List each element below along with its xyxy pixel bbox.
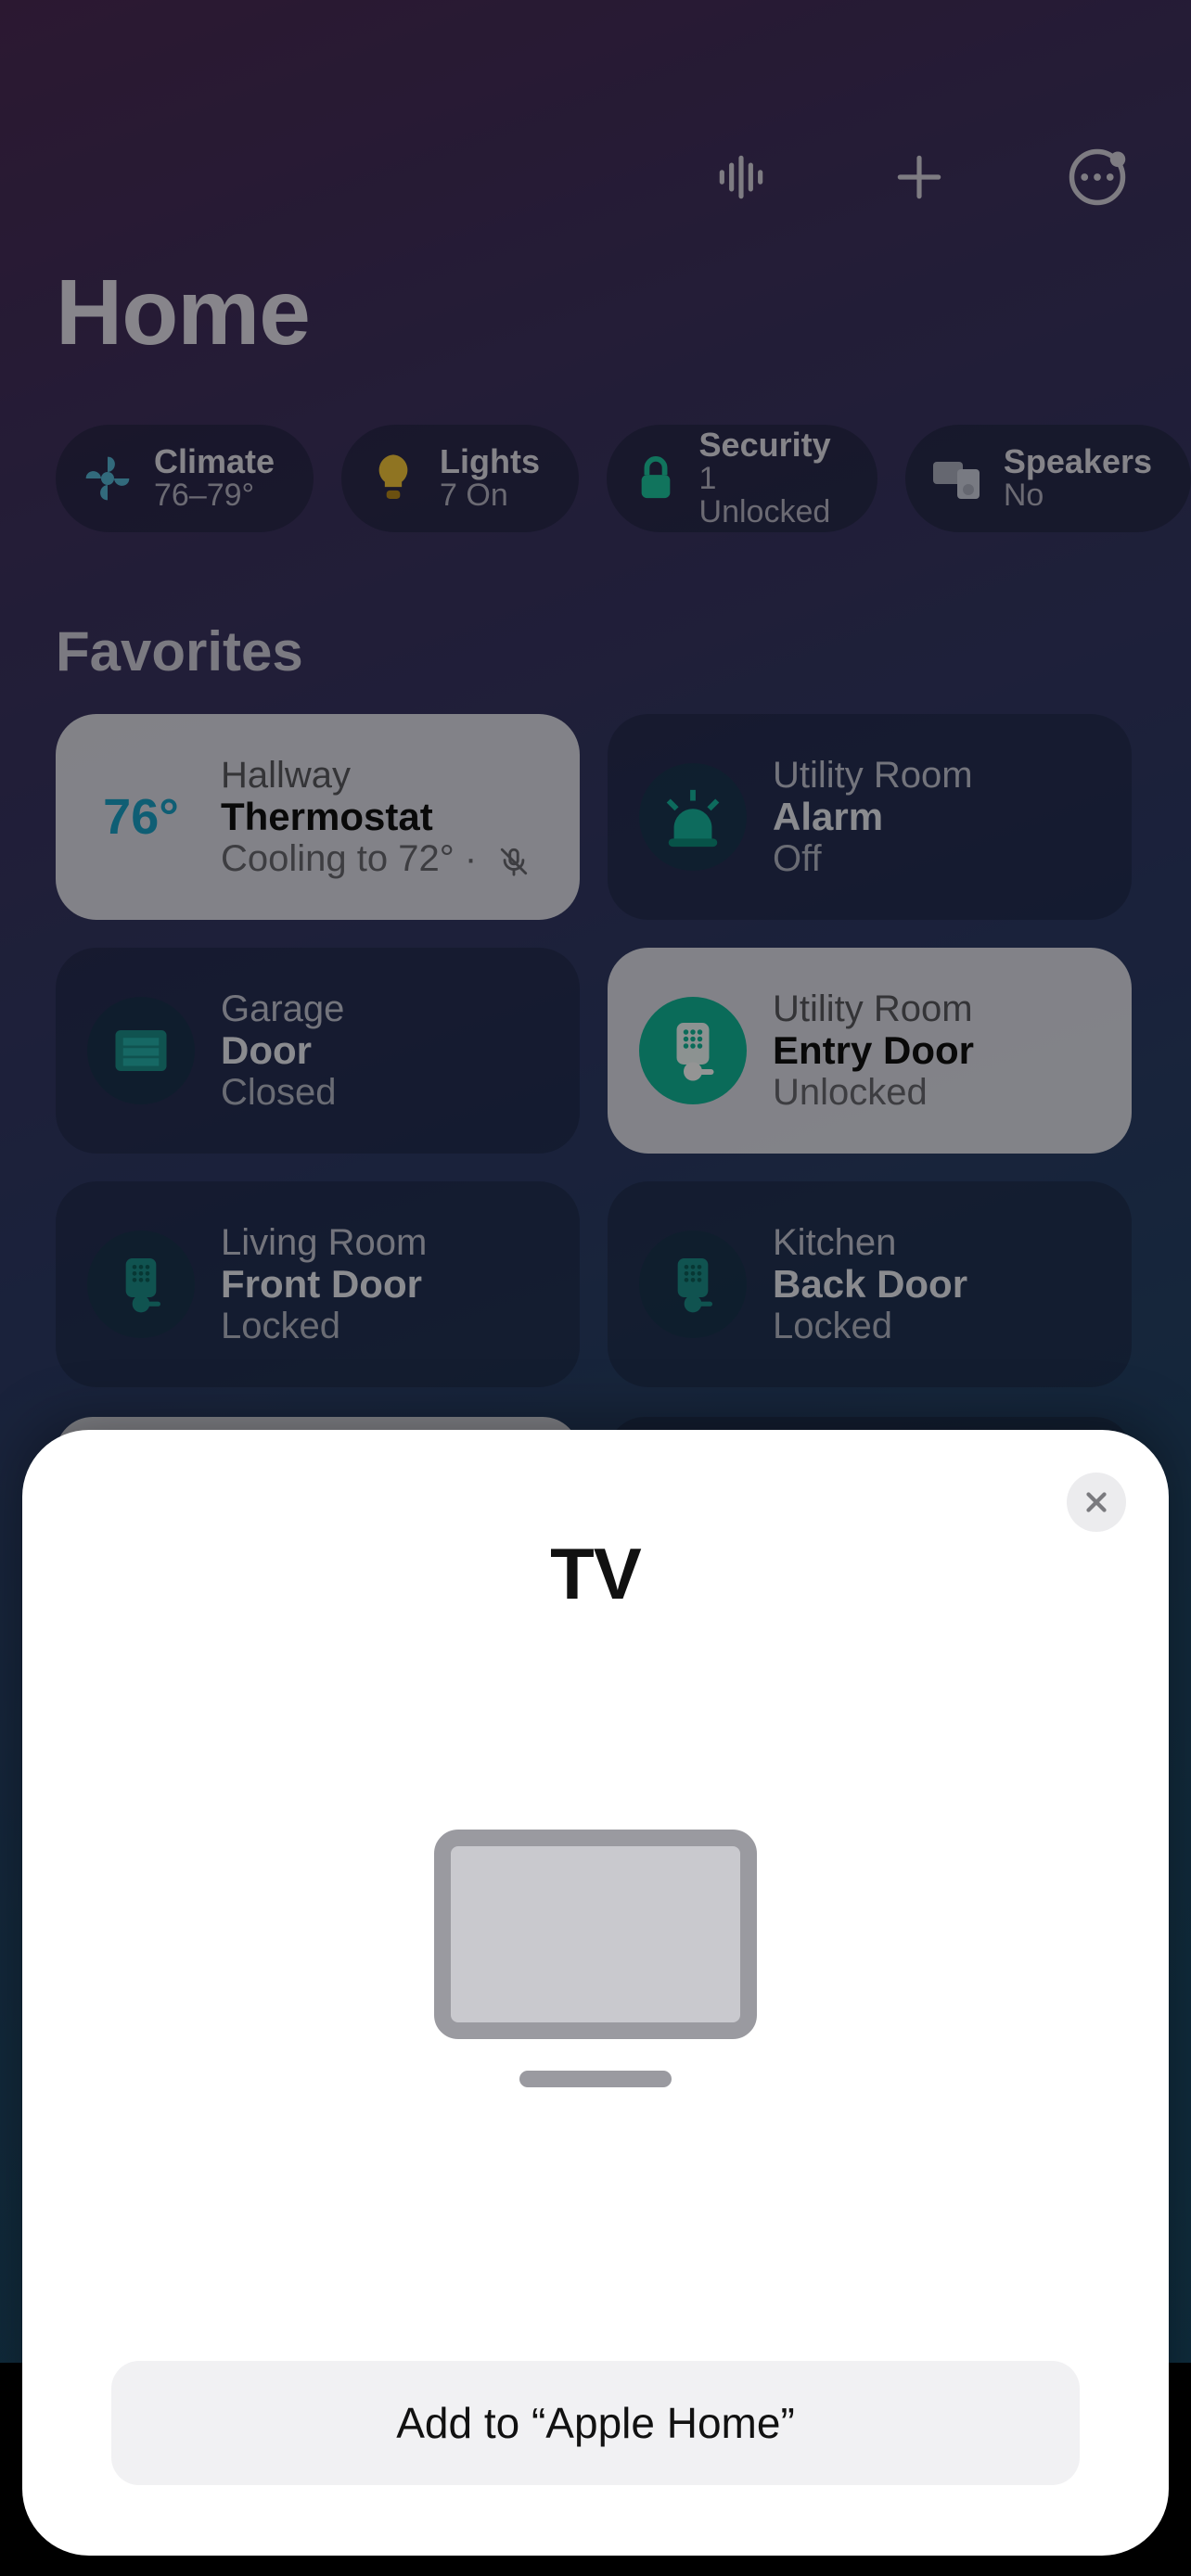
category-status: 76–79° [154,479,275,513]
tile-back-door[interactable]: Kitchen Back Door Locked [608,1181,1132,1387]
mic-off-icon [498,846,530,877]
favorites-grid: 76° Hallway Thermostat Cooling to 72° · … [56,714,1132,1387]
tile-room: Hallway [221,755,530,796]
close-button[interactable] [1067,1473,1126,1532]
sheet-title: TV [550,1532,641,1616]
fan-icon [82,453,134,504]
category-speakers[interactable]: Speakers No [905,425,1191,532]
category-label: Speakers [1004,444,1152,479]
tile-front-door[interactable]: Living Room Front Door Locked [56,1181,580,1387]
tile-room: Garage [221,988,344,1029]
tile-thermostat[interactable]: 76° Hallway Thermostat Cooling to 72° · [56,714,580,920]
more-icon[interactable] [1059,139,1135,215]
category-row: Climate 76–79° Lights 7 On Security 1 Un… [56,425,1191,532]
tile-name: Front Door [221,1263,427,1306]
add-to-home-button[interactable]: Add to “Apple Home” [111,2361,1080,2485]
tile-name: Thermostat [221,796,530,838]
category-security[interactable]: Security 1 Unlocked [607,425,877,532]
tile-entry-door[interactable]: Utility Room Entry Door Unlocked [608,948,1132,1154]
tile-alarm[interactable]: Utility Room Alarm Off [608,714,1132,920]
category-status: 7 On [440,479,540,513]
broadcast-icon[interactable] [703,139,779,215]
tile-status: Locked [221,1306,427,1346]
category-climate[interactable]: Climate 76–79° [56,425,314,532]
tile-name: Back Door [773,1263,967,1306]
tile-name: Alarm [773,796,973,838]
add-icon[interactable] [881,139,957,215]
alarm-icon [639,763,747,871]
tile-room: Living Room [221,1222,427,1263]
thermometer-icon: 76° [87,788,195,846]
tile-name: Door [221,1029,344,1072]
category-status: No [1004,479,1152,513]
tile-room: Utility Room [773,988,974,1029]
category-label: Security [699,427,839,463]
bulb-icon [367,453,419,504]
keypad-lock-icon [639,1231,747,1338]
category-label: Climate [154,444,275,479]
garage-icon [87,997,195,1104]
page-title: Home [56,260,310,366]
favorites-heading: Favorites [56,619,303,683]
tv-icon [434,1830,757,2087]
tile-status: Closed [221,1072,344,1113]
keypad-lock-open-icon [639,997,747,1104]
category-status: 1 Unlocked [699,463,839,529]
lock-icon [633,453,679,504]
tile-room: Kitchen [773,1222,967,1263]
tile-status: Cooling to 72° · [221,838,530,879]
tile-garage-door[interactable]: Garage Door Closed [56,948,580,1154]
tile-room: Utility Room [773,755,973,796]
tile-status: Off [773,838,973,879]
tile-status: Locked [773,1306,967,1346]
keypad-lock-icon [87,1231,195,1338]
category-label: Lights [440,444,540,479]
tile-name: Entry Door [773,1029,974,1072]
speaker-icon [931,453,983,504]
category-lights[interactable]: Lights 7 On [341,425,579,532]
tile-status: Unlocked [773,1072,974,1113]
add-accessory-sheet: TV Add to “Apple Home” [22,1430,1169,2556]
